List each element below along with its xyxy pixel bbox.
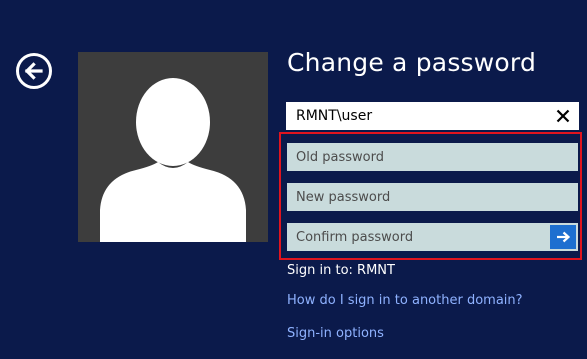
confirm-password-field[interactable] [287,223,578,251]
submit-button[interactable] [550,225,576,249]
page-title: Change a password [287,48,537,77]
other-domain-link[interactable]: How do I sign in to another domain? [287,292,523,310]
username-input[interactable] [286,102,544,130]
back-button[interactable] [16,53,52,89]
old-password-input[interactable] [287,143,578,171]
sign-in-options-link[interactable]: Sign-in options [287,325,384,343]
confirm-password-input[interactable] [287,223,547,251]
new-password-field[interactable] [287,183,578,211]
user-avatar [78,52,268,242]
user-silhouette-icon [100,78,246,242]
new-password-input[interactable] [287,183,578,211]
arrow-left-icon [24,62,43,80]
old-password-field[interactable] [287,143,578,171]
arrow-right-icon [557,231,571,243]
close-icon[interactable] [554,107,572,125]
username-field[interactable] [286,102,579,130]
sign-in-domain-text: Sign in to: RMNT [287,263,395,278]
